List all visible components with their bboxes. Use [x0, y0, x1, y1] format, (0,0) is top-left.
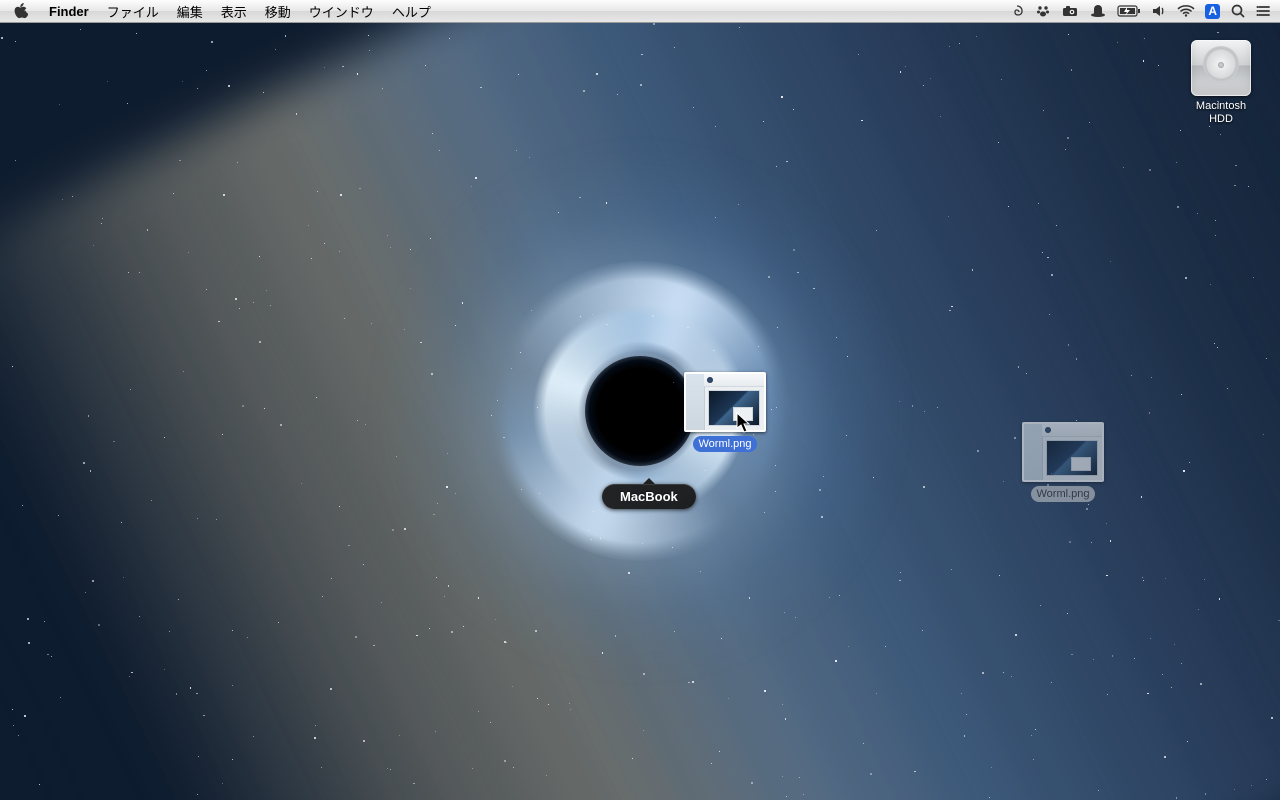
- menu-go[interactable]: 移動: [256, 0, 300, 22]
- apple-menu[interactable]: [0, 0, 40, 22]
- desktop[interactable]: Macintosh HDD Worml.png Worml.png MacBoo…: [0, 22, 1280, 800]
- desktop-icon-source-file[interactable]: Worml.png: [1020, 422, 1106, 502]
- menu-extra-spotlight-icon[interactable]: [1230, 0, 1246, 22]
- airdrop-target-label: MacBook: [602, 484, 696, 509]
- menu-extra-input-source[interactable]: A: [1205, 0, 1220, 22]
- menu-extra-wifi-icon[interactable]: [1177, 0, 1195, 22]
- menu-help[interactable]: ヘルプ: [383, 0, 440, 22]
- file-thumbnail-icon: [684, 372, 766, 432]
- desktop-icon-label: Macintosh HDD: [1178, 100, 1264, 126]
- file-thumbnail-icon: [1022, 422, 1104, 482]
- menu-edit[interactable]: 編集: [168, 0, 212, 22]
- desktop-icon-macintosh-hdd[interactable]: Macintosh HDD: [1178, 40, 1264, 126]
- menu-extra-notification-center-icon[interactable]: [1256, 0, 1272, 22]
- menu-extra-spiral-icon[interactable]: [1009, 0, 1025, 22]
- menu-extra-battery-icon[interactable]: [1117, 0, 1141, 22]
- mouse-cursor-icon: [736, 412, 752, 434]
- dragged-file[interactable]: Worml.png: [682, 372, 768, 452]
- wallpaper: [0, 22, 1280, 800]
- app-menu-finder[interactable]: Finder: [40, 0, 98, 22]
- dragged-file-label: Worml.png: [693, 436, 758, 452]
- menu-extra-volume-icon[interactable]: [1151, 0, 1167, 22]
- menu-extra-camera-icon[interactable]: [1061, 0, 1079, 22]
- menu-view[interactable]: 表示: [212, 0, 256, 22]
- menu-bar: Finder ファイル 編集 表示 移動 ウインドウ ヘルプ A: [0, 0, 1280, 23]
- desktop-icon-label: Worml.png: [1031, 486, 1096, 502]
- menu-extra-hat-icon[interactable]: [1089, 0, 1107, 22]
- hard-disk-icon: [1191, 40, 1251, 96]
- menu-window[interactable]: ウインドウ: [300, 0, 383, 22]
- ime-badge-label: A: [1205, 4, 1220, 19]
- menu-file[interactable]: ファイル: [98, 0, 168, 22]
- menu-extra-paw-icon[interactable]: [1035, 0, 1051, 22]
